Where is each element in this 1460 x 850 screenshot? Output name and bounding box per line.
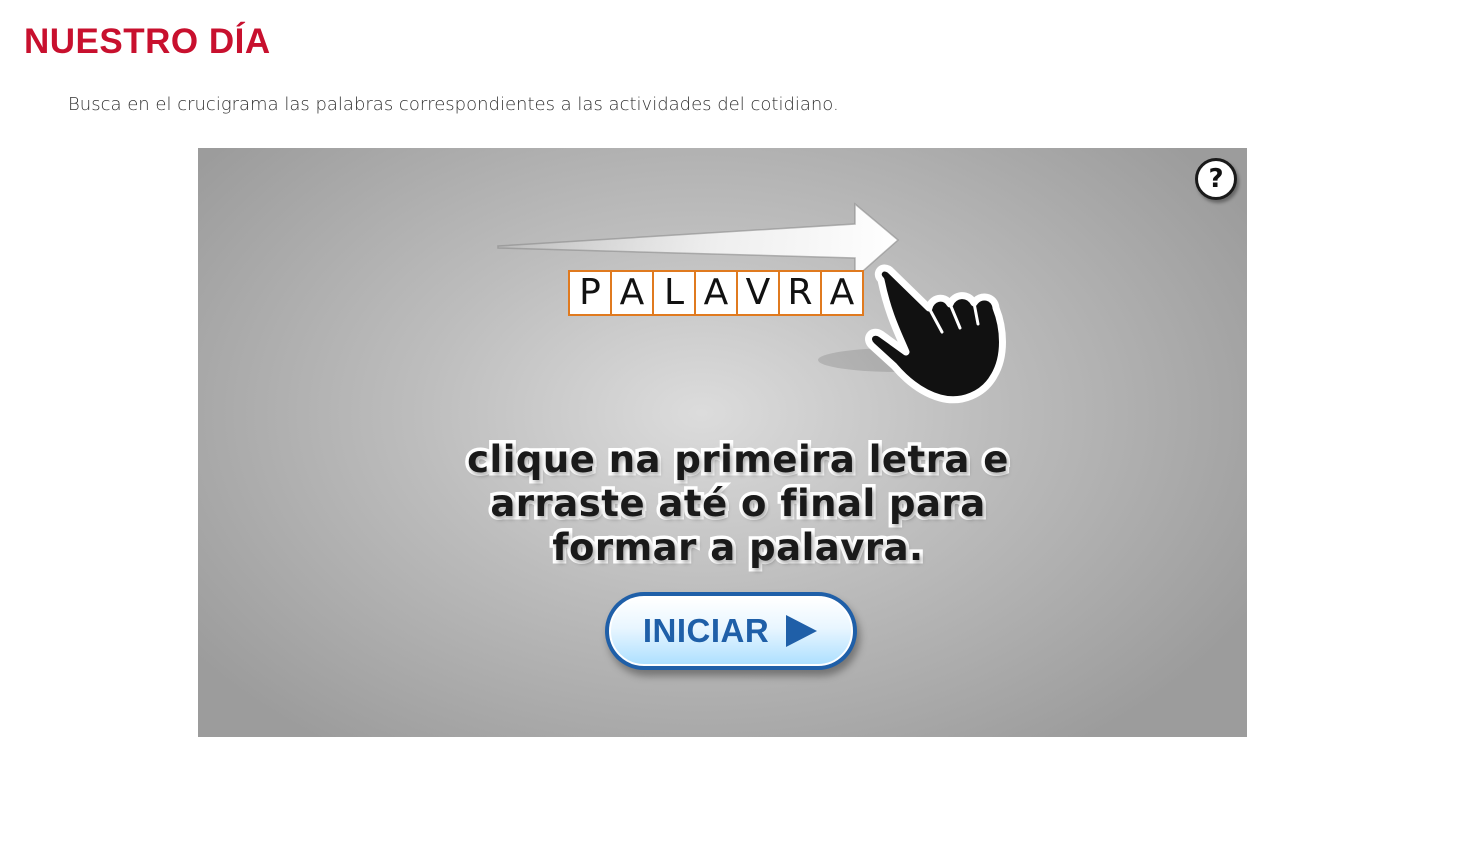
start-button-face[interactable]: INICIAR: [609, 596, 853, 666]
instruction-text: Busca en el crucigrama las palabras corr…: [68, 94, 839, 115]
tutorial-line: clique na primeira letra e: [464, 435, 1012, 485]
tutorial-line: formar a palavra.: [549, 523, 927, 573]
tutorial-line: arraste até o final para: [487, 479, 989, 529]
page-title: NUESTRO DÍA: [24, 22, 271, 61]
tutorial-text: clique na primeira letra e arraste até o…: [398, 435, 1078, 573]
play-icon: [786, 615, 818, 647]
start-label: INICIAR: [642, 612, 770, 649]
game-frame[interactable]: ? P A L A V R A clique na primeira letra…: [198, 148, 1247, 737]
start-button[interactable]: INICIAR: [605, 592, 857, 670]
